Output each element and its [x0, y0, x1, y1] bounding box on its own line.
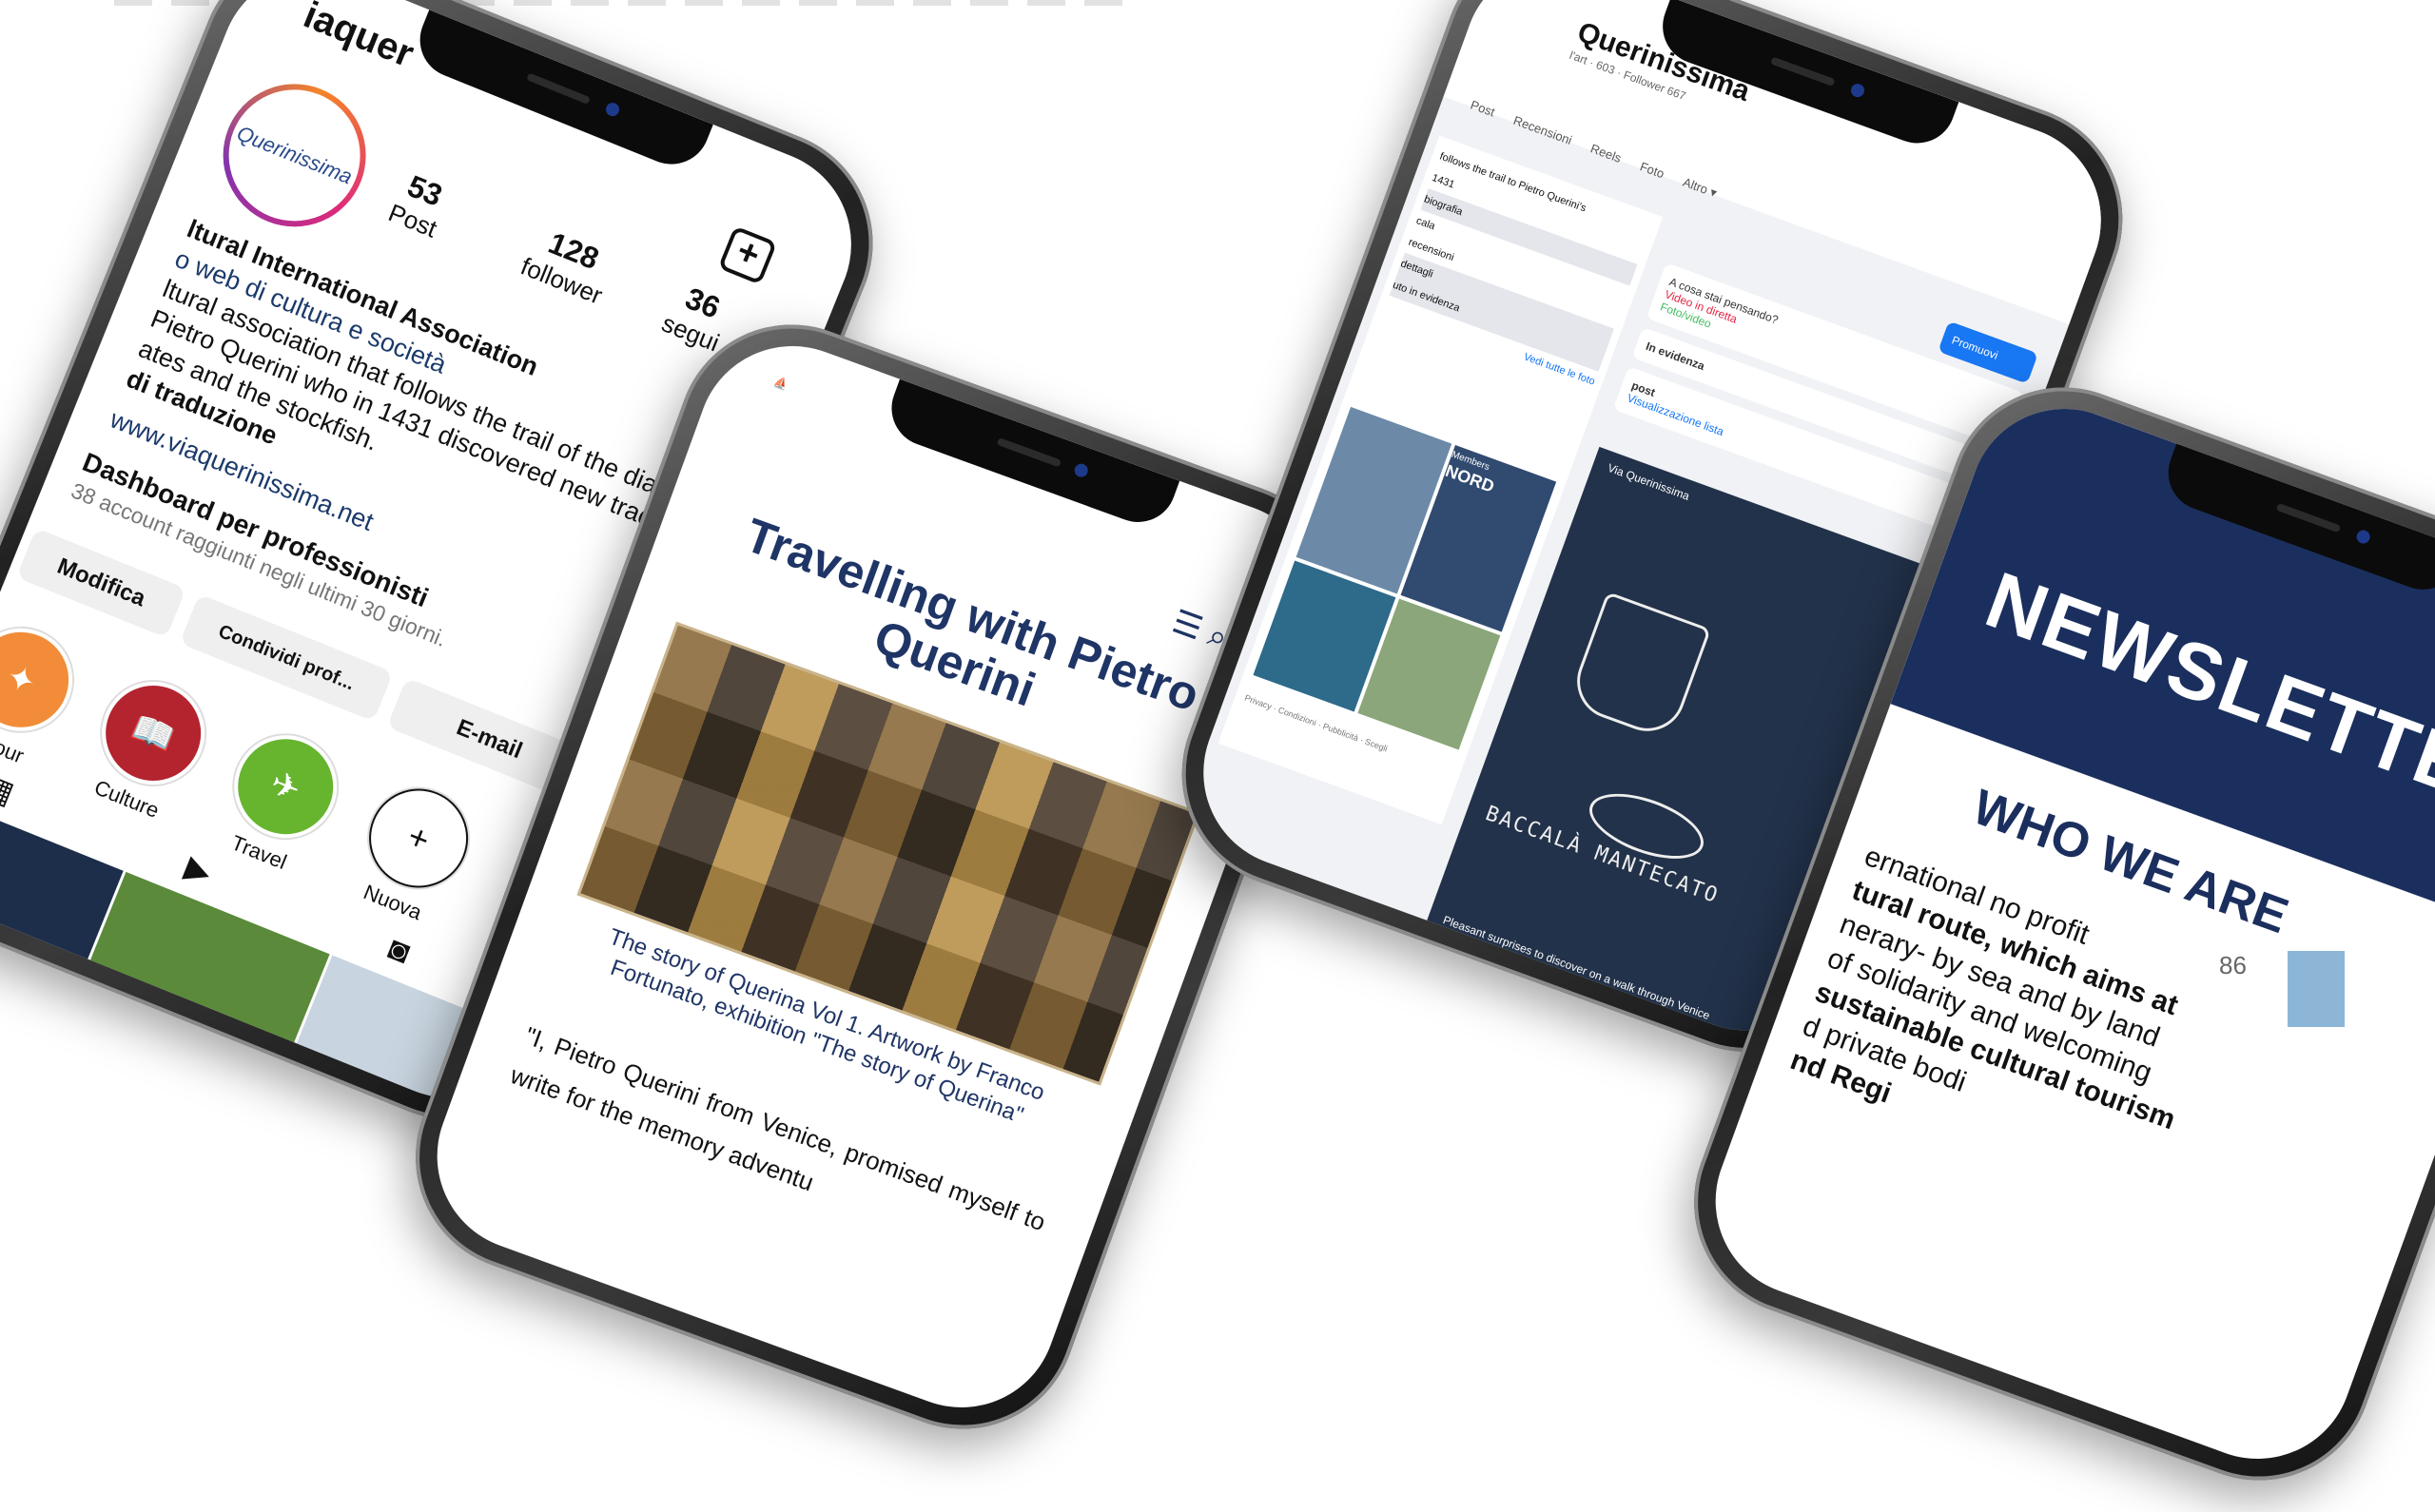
- reels-icon[interactable]: ▶: [180, 848, 217, 893]
- tagged-icon[interactable]: ◙: [383, 930, 415, 972]
- page-number: 86: [2219, 951, 2247, 979]
- profile-handle: iaquer: [298, 0, 419, 76]
- phone-notch: [408, 10, 713, 176]
- grid-icon[interactable]: ▦: [0, 766, 20, 813]
- edge-thumbnail: [2288, 951, 2345, 1027]
- avatar[interactable]: Querinissima: [201, 62, 388, 248]
- stat-followers[interactable]: 128 follower: [516, 219, 620, 311]
- phone-notch: [881, 378, 1179, 533]
- newsletter-title: NEWSLETTE: [1975, 554, 2435, 813]
- edit-profile-button[interactable]: Modifica: [16, 528, 186, 638]
- stat-posts[interactable]: 53 Post: [384, 165, 455, 244]
- boost-business-link[interactable]: Fai crescere la tua attività: [1428, 962, 1544, 1014]
- add-post-icon[interactable]: +: [717, 225, 778, 285]
- highlight-tour[interactable]: ✦C Tour: [0, 612, 88, 777]
- site-logo[interactable]: ⛵: [771, 375, 789, 392]
